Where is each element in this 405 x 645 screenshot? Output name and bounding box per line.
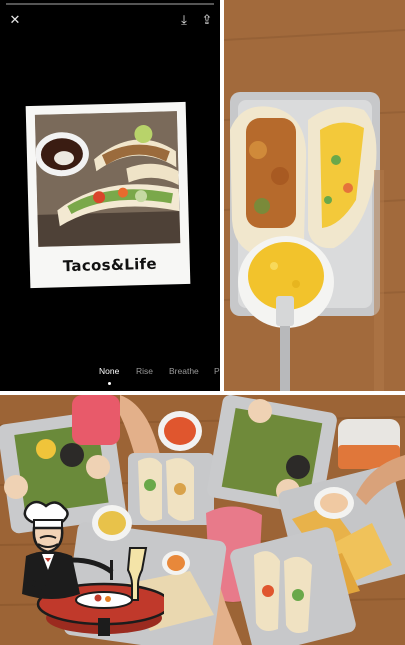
download-icon[interactable]: ⤓ [176, 12, 192, 28]
polaroid-caption: Tacos&Life [62, 254, 158, 276]
chef-dining-icon [22, 500, 172, 636]
tacos-photo [34, 111, 181, 247]
selected-filter-indicator [108, 382, 111, 385]
share-icon[interactable]: ⇪ [199, 12, 215, 28]
filter-rise[interactable]: Rise [136, 366, 153, 376]
close-icon[interactable]: ✕ [7, 12, 23, 28]
tray-photo [224, 0, 405, 391]
restaurant-dining-logo [12, 500, 172, 636]
filter-none[interactable]: None [99, 366, 119, 376]
filter-breathe[interactable]: Breathe [169, 366, 199, 376]
polaroid-photo: Tacos&Life [25, 101, 191, 289]
tray-illustration [224, 0, 405, 391]
viewer-toolbar: ✕ ⤓ ⇪ [0, 0, 220, 40]
story-viewer: ✕ ⤓ ⇪ Tacos&Life None Rise Breathe P [0, 0, 220, 391]
filter-next[interactable]: P [214, 366, 220, 376]
tacos-illustration [34, 111, 181, 247]
